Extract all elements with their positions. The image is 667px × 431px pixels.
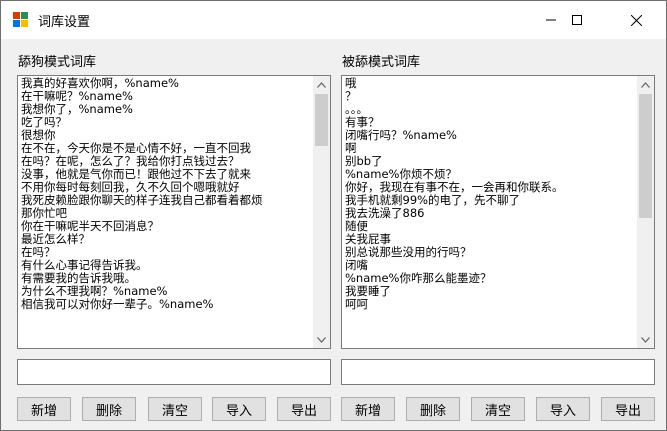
maximize-icon	[572, 15, 582, 25]
list-item[interactable]: 我死皮赖脸跟你聊天的样子连我自己都看着都烦	[21, 194, 313, 207]
app-icon	[13, 12, 29, 28]
list-item[interactable]: 你在干嘛呢半天不回消息？	[21, 220, 313, 233]
list-item[interactable]: 那你忙吧	[21, 207, 313, 220]
right-list-items: 哦？。。。 有事？ 闭嘴行吗？%name% 啊别bb了 %name%你烦不烦？ 你好，我现…	[345, 77, 637, 347]
left-word-list[interactable]: 我真的好喜欢你啊，%name% 在干嘛呢？%name% 我想你了，%name% 吃了吗…	[17, 75, 331, 349]
list-item[interactable]: 在不在，今天你是不是心情不好，一直不回我	[21, 142, 313, 155]
right-import-button[interactable]: 导入	[536, 397, 590, 421]
list-item[interactable]: 别总说那些没用的行吗？	[345, 246, 637, 259]
word-library-window: 词库设置 舔狗模式词库 我真的好喜欢你啊，%name% 在干嘛呢？%name% 我想…	[0, 0, 667, 431]
list-item[interactable]: 有事？	[345, 116, 637, 129]
left-delete-button[interactable]: 删除	[82, 397, 136, 421]
list-item[interactable]: 闭嘴行吗？%name%	[345, 129, 637, 142]
list-item[interactable]: 为什么不理我啊？%name%	[21, 285, 313, 298]
list-item[interactable]: 有什么心事记得告诉我。	[21, 259, 313, 272]
list-item[interactable]: 在干嘛呢？%name%	[21, 90, 313, 103]
right-export-button[interactable]: 导出	[601, 397, 655, 421]
list-item[interactable]: 随便	[345, 220, 637, 233]
list-item[interactable]: 我手机就剩99%的电了，先不聊了	[345, 194, 637, 207]
list-item[interactable]: 在吗？	[21, 246, 313, 259]
list-item[interactable]: 。。。	[345, 103, 637, 116]
list-item[interactable]: 很想你	[21, 129, 313, 142]
right-list-scrollbar[interactable]	[637, 76, 654, 348]
chevron-up-icon	[641, 81, 650, 88]
list-item[interactable]: %name%你咋那么能墨迹？	[345, 272, 637, 285]
right-word-input[interactable]	[341, 359, 655, 385]
left-list-items: 我真的好喜欢你啊，%name% 在干嘛呢？%name% 我想你了，%name% 吃了吗…	[21, 77, 313, 347]
list-item[interactable]: 不用你每时每刻回我，久不久回个嗯哦就好	[21, 181, 313, 194]
scroll-down-button[interactable]	[313, 331, 330, 348]
list-item[interactable]: 相信我可以对你好一辈子。%name%	[21, 298, 313, 311]
list-item[interactable]: 我想你了，%name%	[21, 103, 313, 116]
list-item[interactable]: ？	[345, 90, 637, 103]
left-import-button[interactable]: 导入	[212, 397, 266, 421]
close-button[interactable]	[613, 1, 659, 39]
left-word-input[interactable]	[17, 359, 331, 385]
list-item[interactable]: 我去洗澡了886	[345, 207, 637, 220]
list-item[interactable]: 呵呵	[345, 298, 637, 311]
list-item[interactable]: 闭嘴	[345, 259, 637, 272]
maximize-button[interactable]	[554, 1, 600, 39]
left-export-button[interactable]: 导出	[277, 397, 331, 421]
window-title: 词库设置	[38, 15, 91, 30]
chevron-down-icon	[641, 336, 650, 343]
right-panel-label: 被舔模式词库	[342, 55, 421, 70]
scroll-thumb[interactable]	[315, 94, 328, 146]
scroll-up-button[interactable]	[313, 76, 330, 93]
right-delete-button[interactable]: 删除	[406, 397, 460, 421]
left-clear-button[interactable]: 清空	[148, 397, 202, 421]
list-item[interactable]: 我真的好喜欢你啊，%name%	[21, 77, 313, 90]
close-icon	[630, 14, 642, 26]
list-item[interactable]: 我要睡了	[345, 285, 637, 298]
list-item[interactable]: 在吗？在呢，怎么了？我给你打点钱过去？	[21, 155, 313, 168]
list-item[interactable]: 最近怎么样？	[21, 233, 313, 246]
scroll-up-button[interactable]	[637, 76, 654, 93]
list-item[interactable]: 没事，他就是气你而已！跟他过不下去了就来	[21, 168, 313, 181]
chevron-down-icon	[317, 336, 326, 343]
list-item[interactable]: 吃了吗？	[21, 116, 313, 129]
right-clear-button[interactable]: 清空	[471, 397, 525, 421]
list-item[interactable]: 别bb了	[345, 155, 637, 168]
list-item[interactable]: 有需要我的告诉我哦。	[21, 272, 313, 285]
list-item[interactable]: 啊	[345, 142, 637, 155]
title-bar[interactable]: 词库设置	[1, 1, 666, 39]
left-add-button[interactable]: 新增	[17, 397, 71, 421]
right-word-list[interactable]: 哦？。。。 有事？ 闭嘴行吗？%name% 啊别bb了 %name%你烦不烦？ 你好，我现…	[341, 75, 655, 349]
left-panel-label: 舔狗模式词库	[18, 55, 97, 70]
chevron-up-icon	[317, 81, 326, 88]
list-item[interactable]: 关我屁事	[345, 233, 637, 246]
right-add-button[interactable]: 新增	[341, 397, 395, 421]
list-item[interactable]: %name%你烦不烦？	[345, 168, 637, 181]
list-item[interactable]: 你好，我现在有事不在，一会再和你联系。	[345, 181, 637, 194]
left-list-scrollbar[interactable]	[313, 76, 330, 348]
scroll-down-button[interactable]	[637, 331, 654, 348]
list-item[interactable]: 哦	[345, 77, 637, 90]
scroll-thumb[interactable]	[639, 94, 652, 218]
